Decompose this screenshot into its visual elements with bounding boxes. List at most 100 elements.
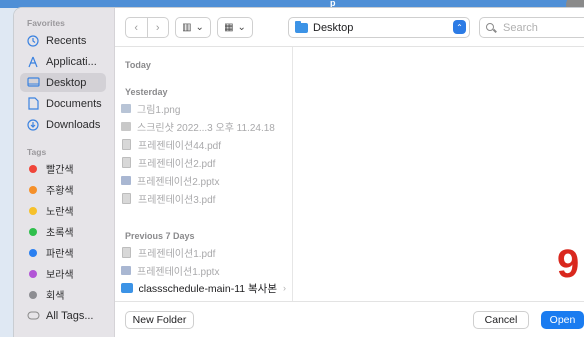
group-header-previous: Previous 7 Days: [125, 231, 195, 241]
overlay-number: 9: [557, 242, 580, 286]
tag-item-gray[interactable]: 회색: [20, 285, 106, 304]
list-item[interactable]: 프레젠테이션1.pptx: [121, 262, 286, 278]
sidebar-item-desktop[interactable]: Desktop: [20, 73, 106, 92]
file-name: 프레젠테이션2.pptx: [137, 176, 220, 188]
open-file-dialog: Favorites Recents Applicati... Desktop D…: [14, 8, 584, 337]
list-item[interactable]: 프레젠테이션3.pdf: [121, 190, 286, 206]
sidebar-item-downloads[interactable]: Downloads: [20, 115, 106, 134]
dialog-footer: New Folder Cancel Open: [115, 301, 584, 337]
list-item[interactable]: 프레젠테이션44.pdf: [121, 136, 286, 152]
list-item[interactable]: classschedule-main-11 복사본 ›: [121, 280, 286, 296]
tag-dot-icon: [29, 164, 37, 173]
file-name: 스크린샷 2022...3 오후 11.24.18: [137, 122, 275, 134]
tag-dot-icon: [29, 290, 37, 299]
chevron-down-icon: ⌄: [195, 22, 204, 33]
file-name: 프레젠테이션1.pdf: [138, 248, 216, 260]
tag-label: 초록색: [46, 228, 74, 239]
grid-icon: ▦: [224, 22, 234, 33]
updown-chevron-icon: ⌃: [453, 20, 466, 34]
sidebar-item-all-tags[interactable]: All Tags...: [20, 306, 106, 325]
pdf-file-icon: [122, 246, 131, 258]
file-name: 프레젠테이션1.pptx: [137, 266, 220, 278]
file-name: classschedule-main-11 복사본: [138, 282, 277, 295]
favorites-header: Favorites: [27, 18, 65, 28]
tag-label: 보라색: [46, 270, 74, 281]
list-item[interactable]: 프레젠테이션2.pptx: [121, 172, 286, 188]
applications-icon: [25, 54, 41, 70]
tag-item-blue[interactable]: 파란색: [20, 243, 106, 262]
tag-outline-icon: [25, 308, 41, 324]
file-name: 프레젠테이션3.pdf: [138, 194, 216, 206]
search-input[interactable]: [501, 20, 584, 35]
sidebar-item-label: Documents: [46, 97, 102, 110]
tag-item-green[interactable]: 초록색: [20, 222, 106, 241]
toolbar: ‹ › ▥ ⌄ ▦ ⌄ Desktop ⌃: [115, 8, 584, 47]
group-header-today: Today: [125, 60, 151, 70]
folder-icon: [295, 20, 308, 33]
column-view-button[interactable]: ▥ ⌄: [175, 17, 211, 38]
file-name: 프레젠테이션2.pdf: [138, 158, 216, 170]
file-name: 프레젠테이션44.pdf: [138, 140, 222, 152]
tag-item-orange[interactable]: 주황색: [20, 180, 106, 199]
list-item[interactable]: 스크린샷 2022...3 오후 11.24.18: [121, 118, 286, 134]
columns-icon: ▥: [182, 22, 192, 33]
tag-item-yellow[interactable]: 노란색: [20, 201, 106, 220]
list-item[interactable]: 프레젠테이션1.pdf: [121, 244, 286, 260]
sidebar-item-documents[interactable]: Documents: [20, 94, 106, 113]
group-view-button[interactable]: ▦ ⌄: [217, 17, 253, 38]
file-name: 그림1.png: [137, 104, 181, 116]
tag-item-red[interactable]: 빨간색: [20, 159, 106, 178]
tag-dot-icon: [29, 206, 37, 215]
window-title-strip: p: [0, 0, 584, 8]
search-field[interactable]: [479, 17, 584, 38]
sidebar-item-label: Recents: [46, 34, 87, 47]
document-icon: [25, 96, 41, 112]
sidebar-item-applications[interactable]: Applicati...: [20, 52, 106, 71]
chevron-right-icon: ›: [283, 283, 286, 293]
download-icon: [25, 117, 41, 133]
tag-dot-icon: [29, 227, 37, 236]
preview-pane: [293, 47, 584, 301]
pptx-file-icon: [121, 175, 131, 185]
location-label: Desktop: [313, 21, 354, 34]
pdf-file-icon: [122, 138, 131, 150]
group-header-yesterday: Yesterday: [125, 87, 168, 97]
sidebar-item-label: Downloads: [46, 118, 101, 131]
pdf-file-icon: [122, 192, 131, 204]
list-item[interactable]: 프레젠테이션2.pdf: [121, 154, 286, 170]
chevron-down-icon: ⌄: [237, 22, 246, 33]
chevron-left-icon: ‹: [134, 21, 139, 34]
list-item[interactable]: 그림1.png: [121, 100, 286, 116]
tag-label: 빨간색: [46, 165, 74, 176]
sidebar-item-label: Applicati...: [46, 55, 97, 68]
cancel-button[interactable]: Cancel: [473, 311, 529, 329]
search-icon: [486, 22, 496, 33]
sidebar-item-label: All Tags...: [46, 309, 94, 322]
tag-dot-icon: [29, 185, 37, 194]
chevron-right-icon: ›: [155, 21, 160, 34]
tags-header: Tags: [27, 147, 47, 157]
nav-group: ‹ ›: [125, 17, 169, 38]
desktop-icon: [25, 75, 41, 91]
file-list: Today Yesterday 그림1.png 스크린샷 2022...3 오후…: [115, 47, 293, 301]
open-button[interactable]: Open: [541, 311, 584, 329]
pptx-file-icon: [121, 265, 131, 275]
sidebar-item-label: Desktop: [46, 76, 87, 89]
new-folder-button[interactable]: New Folder: [125, 311, 194, 329]
back-button[interactable]: ‹: [126, 18, 147, 37]
clock-icon: [25, 33, 41, 49]
sidebar: Favorites Recents Applicati... Desktop D…: [14, 8, 115, 337]
tag-label: 파란색: [46, 249, 74, 260]
tag-dot-icon: [29, 269, 37, 278]
screenshot-file-icon: [121, 121, 131, 131]
tag-label: 노란색: [46, 207, 74, 218]
tag-label: 회색: [46, 291, 65, 302]
pdf-file-icon: [122, 156, 131, 168]
tag-item-purple[interactable]: 보라색: [20, 264, 106, 283]
tag-dot-icon: [29, 248, 37, 257]
sidebar-item-recents[interactable]: Recents: [20, 31, 106, 50]
forward-button[interactable]: ›: [146, 18, 169, 37]
window-title-text: p: [330, 0, 336, 8]
location-popup[interactable]: Desktop ⌃: [288, 17, 470, 38]
tag-label: 주황색: [46, 186, 74, 197]
